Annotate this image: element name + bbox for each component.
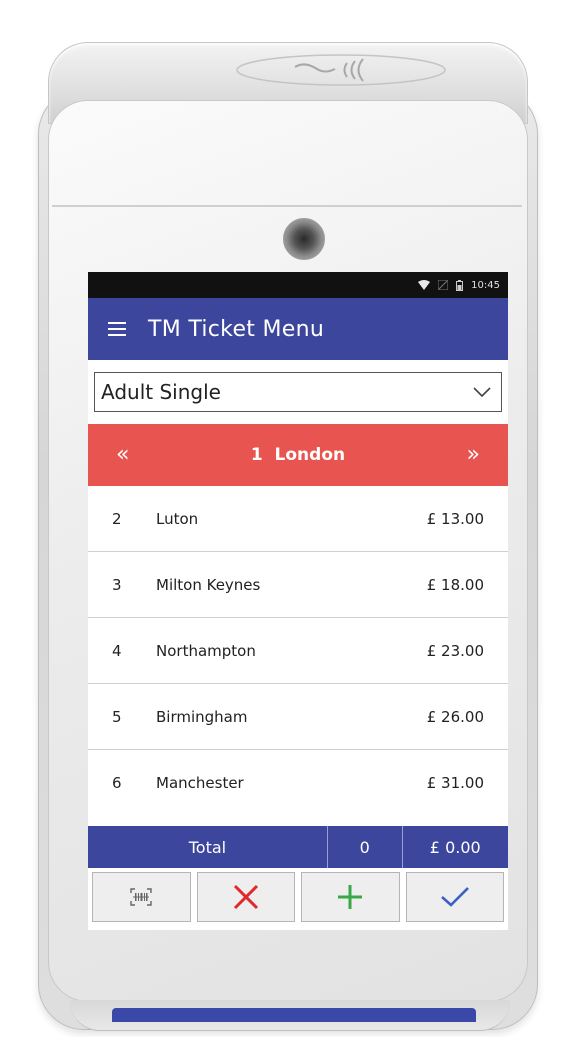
total-label: Total — [88, 826, 328, 868]
stop-name: Manchester — [156, 774, 244, 792]
stop-price: £ 13.00 — [426, 509, 484, 528]
double-chevron-right-icon[interactable]: » — [467, 444, 480, 466]
nfc-contactless-icon — [236, 54, 446, 86]
status-time: 10:45 — [471, 279, 500, 291]
stop-price: £ 31.00 — [426, 774, 484, 792]
origin-bar: « 1 London » — [88, 424, 508, 486]
cancel-button[interactable] — [196, 872, 295, 922]
wifi-icon — [418, 280, 431, 290]
device-mockup: 10:45 TM Ticket Menu Adult Single « 1 Lo… — [0, 0, 572, 1037]
ticket-type-value: Adult Single — [101, 380, 221, 404]
total-bar: Total 0 £ 0.00 — [88, 826, 508, 868]
stop-number: 6 — [112, 774, 122, 792]
cancel-x-icon — [233, 884, 258, 910]
action-bar — [88, 872, 508, 924]
confirm-check-icon — [440, 887, 469, 907]
stop-price: £ 26.00 — [426, 707, 484, 726]
list-item[interactable]: 2 Luton £ 13.00 — [88, 486, 508, 552]
scan-button[interactable] — [92, 872, 191, 922]
app-title: TM Ticket Menu — [148, 316, 325, 342]
camera-lens — [283, 218, 325, 260]
add-plus-icon — [338, 885, 363, 909]
stop-number: 4 — [112, 641, 122, 660]
device-seam — [52, 205, 522, 207]
chevron-down-icon — [473, 387, 491, 397]
list-item[interactable]: 3 Milton Keynes £ 18.00 — [88, 552, 508, 618]
stop-name: Birmingham — [156, 707, 248, 726]
stop-price: £ 18.00 — [426, 575, 484, 594]
stop-price: £ 23.00 — [426, 641, 484, 660]
origin-station: 1 London — [250, 445, 346, 465]
list-item[interactable]: 5 Birmingham £ 26.00 — [88, 684, 508, 750]
stop-name: Milton Keynes — [156, 575, 261, 594]
destination-list: 2 Luton £ 13.00 3 Milton Keynes £ 18.00 … — [88, 486, 508, 816]
total-amount: £ 0.00 — [429, 837, 481, 857]
confirm-button[interactable] — [405, 872, 504, 922]
device-bottom-strip — [112, 1008, 476, 1022]
stop-number: 5 — [112, 707, 122, 726]
status-bar: 10:45 — [88, 272, 508, 298]
total-count: 0 — [328, 826, 403, 868]
list-item[interactable]: 6 Manchester £ 31.00 — [88, 750, 508, 816]
add-button[interactable] — [301, 872, 400, 922]
stop-number: 2 — [112, 509, 122, 528]
stop-number: 3 — [112, 575, 122, 594]
double-chevron-left-icon[interactable]: « — [116, 444, 129, 466]
battery-icon — [456, 279, 464, 291]
signal-icon — [438, 280, 449, 290]
app-bar: TM Ticket Menu — [88, 298, 508, 360]
barcode-scan-icon — [130, 888, 152, 906]
ticket-type-row: Adult Single — [88, 360, 508, 424]
ticket-type-select[interactable]: Adult Single — [94, 372, 502, 412]
list-item[interactable]: 4 Northampton £ 23.00 — [88, 618, 508, 684]
stop-name: Luton — [156, 509, 199, 528]
hamburger-menu-icon[interactable] — [88, 298, 148, 360]
screen: 10:45 TM Ticket Menu Adult Single « 1 Lo… — [88, 272, 508, 930]
stop-name: Northampton — [156, 641, 256, 660]
